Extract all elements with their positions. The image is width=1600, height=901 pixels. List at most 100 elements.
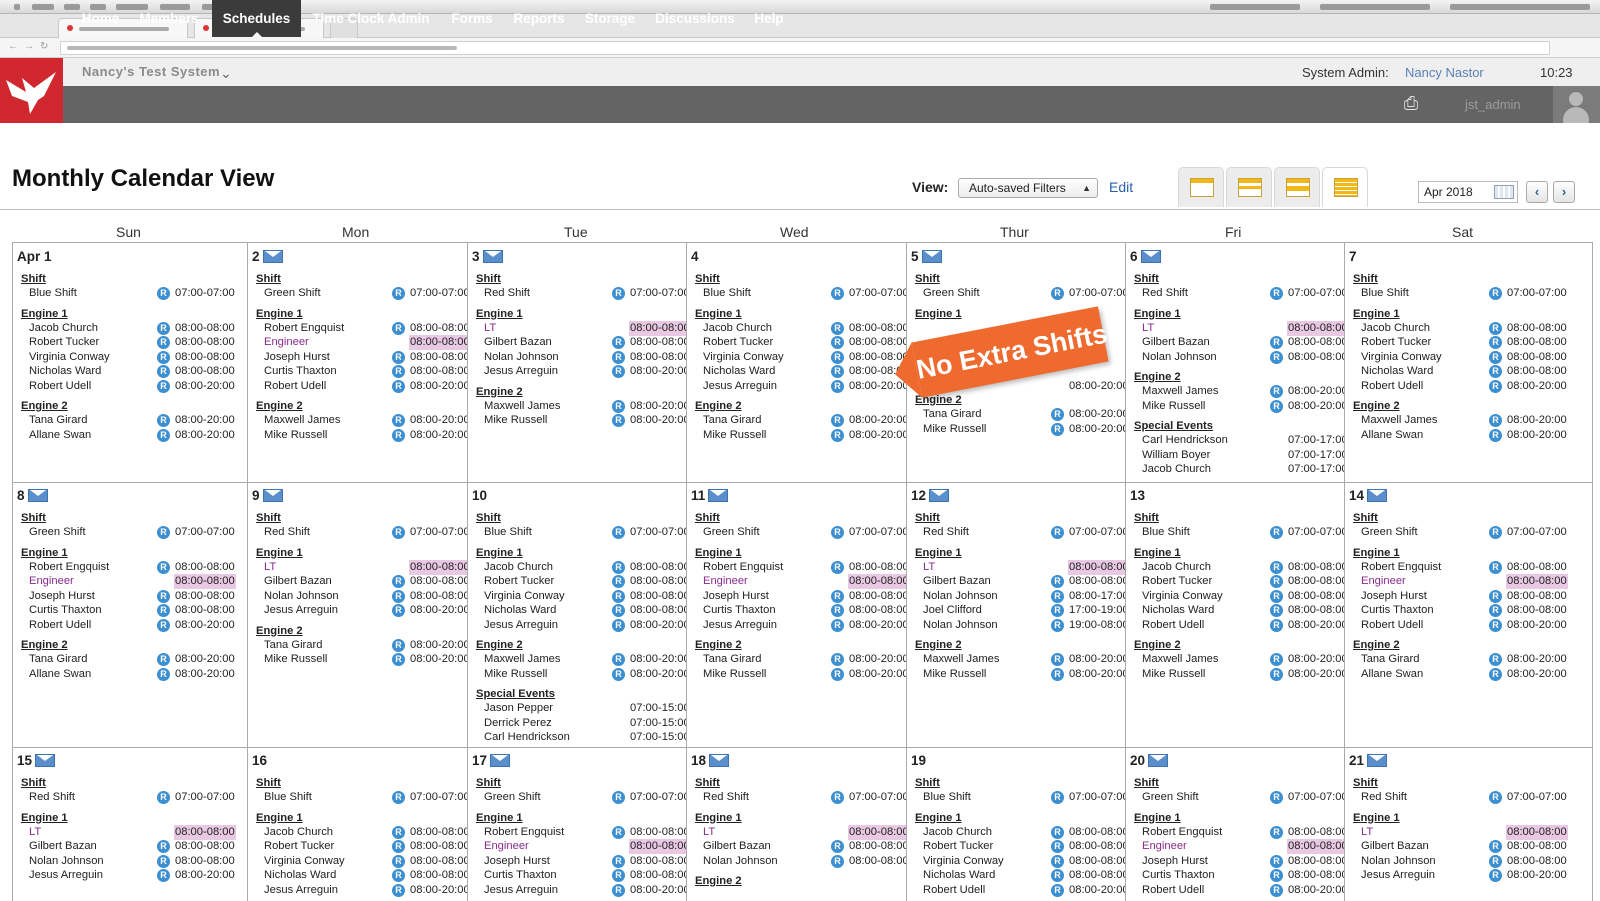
- schedule-entry[interactable]: Carl Hendrickson 07:00-17:00: [1126, 433, 1344, 448]
- schedule-entry[interactable]: Nolan Johnson R 19:00-08:00: [907, 618, 1125, 633]
- schedule-entry[interactable]: Robert Udell R 08:00-20:00: [1126, 883, 1344, 898]
- calendar-day-cell[interactable]: 7 Shift Blue Shift R 07:00-07:00 Engine 1 Jaco…: [1345, 244, 1593, 482]
- schedule-entry[interactable]: Gilbert Bazan R 08:00-08:00: [1345, 839, 1570, 854]
- section-label[interactable]: Engine 1: [1353, 307, 1400, 322]
- member-name[interactable]: Robert Tucker: [1361, 335, 1431, 350]
- member-name[interactable]: Allane Swan: [1361, 667, 1423, 682]
- member-name[interactable]: Joseph Hurst: [1361, 589, 1427, 604]
- member-name[interactable]: Maxwell James: [923, 652, 999, 667]
- schedule-entry[interactable]: Carl Hendrickson 07:00-15:00: [468, 730, 686, 745]
- member-name[interactable]: Maxwell James: [484, 399, 560, 414]
- schedule-entry[interactable]: Robert Engquist R 08:00-08:00: [1126, 825, 1344, 840]
- member-name[interactable]: Robert Engquist: [264, 321, 344, 336]
- member-name[interactable]: Nicholas Ward: [1142, 603, 1214, 618]
- member-name[interactable]: Gilbert Bazan: [29, 839, 97, 854]
- schedule-entry[interactable]: Jacob Church R 08:00-08:00: [248, 825, 467, 840]
- system-admin-name[interactable]: Nancy Nastor: [1405, 65, 1484, 80]
- schedule-entry[interactable]: Nolan Johnson R 08:00-17:00: [907, 589, 1125, 604]
- member-name[interactable]: Tana Girard: [703, 413, 761, 428]
- member-name[interactable]: Robert Tucker: [923, 839, 993, 854]
- schedule-entry[interactable]: Nicholas Ward R 08:00-08:00: [687, 364, 906, 379]
- schedule-entry[interactable]: Virginia Conway R 08:00-08:00: [13, 350, 238, 365]
- day-number[interactable]: 16: [252, 753, 267, 768]
- calendar-day-cell[interactable]: 2 Shift Green Shift R 07:00-07:00 Engine 1 Rob…: [248, 244, 467, 482]
- nav-item-help[interactable]: Help: [747, 0, 791, 37]
- member-name[interactable]: Nicholas Ward: [923, 868, 995, 883]
- calendar-day-cell[interactable]: 4 Shift Blue Shift R 07:00-07:00 Engine 1 Jaco…: [687, 244, 906, 482]
- member-name[interactable]: Curtis Thaxton: [1142, 868, 1215, 883]
- member-name[interactable]: Mike Russell: [703, 428, 766, 443]
- member-name[interactable]: Virginia Conway: [923, 854, 1004, 869]
- schedule-entry[interactable]: Derrick Perez 07:00-15:00: [468, 716, 686, 731]
- calendar-day-cell[interactable]: 6 Shift Red Shift R 07:00-07:00 Engine 1 LT 08:…: [1126, 244, 1344, 482]
- member-name[interactable]: Robert Udell: [923, 883, 985, 898]
- day-number[interactable]: 10: [472, 488, 487, 503]
- member-name[interactable]: Nicholas Ward: [1361, 364, 1433, 379]
- section-label[interactable]: Engine 1: [21, 307, 68, 322]
- member-name[interactable]: Gilbert Bazan: [923, 574, 991, 589]
- schedule-entry[interactable]: Tana Girard R 08:00-20:00: [907, 407, 1125, 422]
- schedule-entry[interactable]: Red Shift R 07:00-07:00: [13, 790, 238, 805]
- schedule-entry[interactable]: Mike Russell R 08:00-20:00: [248, 652, 467, 667]
- member-name[interactable]: Red Shift: [29, 790, 75, 805]
- section-label[interactable]: Shift: [915, 776, 940, 791]
- schedule-entry[interactable]: Robert Udell R 08:00-20:00: [1126, 618, 1344, 633]
- day-number[interactable]: 13: [1130, 488, 1145, 503]
- schedule-entry[interactable]: Robert Engquist R 08:00-08:00: [248, 321, 467, 336]
- schedule-entry[interactable]: Maxwell James R 08:00-20:00: [468, 652, 686, 667]
- member-name[interactable]: Curtis Thaxton: [1361, 603, 1434, 618]
- member-name[interactable]: Nicholas Ward: [703, 364, 775, 379]
- section-label[interactable]: Engine 2: [1353, 399, 1400, 414]
- member-name[interactable]: Red Shift: [703, 790, 749, 805]
- nav-item-home[interactable]: Home: [72, 0, 129, 37]
- nav-item-schedules[interactable]: Schedules: [212, 0, 301, 37]
- schedule-entry[interactable]: Blue Shift R 07:00-07:00: [687, 286, 906, 301]
- schedule-entry[interactable]: Curtis Thaxton R 08:00-08:00: [13, 603, 238, 618]
- schedule-entry[interactable]: Jacob Church R 08:00-08:00: [687, 321, 906, 336]
- schedule-entry[interactable]: Nicholas Ward R 08:00-08:00: [907, 868, 1125, 883]
- schedule-entry[interactable]: Robert Udell R 08:00-20:00: [1345, 618, 1570, 633]
- member-name[interactable]: Virginia Conway: [703, 350, 784, 365]
- section-label[interactable]: Shift: [915, 272, 940, 287]
- section-label[interactable]: Shift: [21, 511, 46, 526]
- member-name[interactable]: Tana Girard: [923, 407, 981, 422]
- calendar-day-cell[interactable]: 12 Shift Red Shift R 07:00-07:00 Engine 1 LT 08…: [907, 483, 1125, 747]
- member-name[interactable]: Joseph Hurst: [703, 589, 769, 604]
- schedule-entry[interactable]: Engineer 08:00-08:00: [13, 574, 238, 589]
- calendar-day-cell[interactable]: 18 Shift Red Shift R 07:00-07:00 Engine 1 LT 08…: [687, 748, 906, 901]
- member-name[interactable]: Maxwell James: [264, 413, 340, 428]
- schedule-entry[interactable]: Blue Shift R 07:00-07:00: [13, 286, 238, 301]
- member-name[interactable]: Jesus Arreguin: [703, 618, 777, 633]
- day-number[interactable]: 6: [1130, 249, 1161, 264]
- member-name[interactable]: Jesus Arreguin: [1361, 868, 1435, 883]
- schedule-entry[interactable]: Maxwell James R 08:00-20:00: [1126, 652, 1344, 667]
- member-name[interactable]: Nicholas Ward: [264, 868, 336, 883]
- member-name[interactable]: Joseph Hurst: [1142, 854, 1208, 869]
- day-number[interactable]: 21: [1349, 753, 1388, 768]
- member-name[interactable]: Gilbert Bazan: [1142, 335, 1210, 350]
- member-name[interactable]: Mike Russell: [1142, 667, 1205, 682]
- schedule-entry[interactable]: Virginia Conway R 08:00-08:00: [468, 589, 686, 604]
- schedule-entry[interactable]: Red Shift R 07:00-07:00: [248, 525, 467, 540]
- back-icon[interactable]: ←: [8, 42, 18, 52]
- schedule-entry[interactable]: Maxwell James R 08:00-20:00: [1126, 384, 1344, 399]
- member-name[interactable]: Blue Shift: [703, 286, 751, 301]
- member-name[interactable]: Virginia Conway: [29, 350, 110, 365]
- schedule-entry[interactable]: Blue Shift R 07:00-07:00: [248, 790, 467, 805]
- schedule-entry[interactable]: Joseph Hurst R 08:00-08:00: [1126, 854, 1344, 869]
- schedule-entry[interactable]: Gilbert Bazan R 08:00-08:00: [1126, 335, 1344, 350]
- user-name[interactable]: jst_admin: [1465, 97, 1521, 112]
- schedule-entry[interactable]: Robert Tucker R 08:00-08:00: [907, 839, 1125, 854]
- section-label[interactable]: Engine 2: [476, 638, 523, 653]
- chevron-down-icon[interactable]: ⌄: [220, 65, 232, 82]
- section-label[interactable]: Engine 1: [915, 811, 962, 826]
- schedule-entry[interactable]: Virginia Conway R 08:00-08:00: [1126, 589, 1344, 604]
- section-label[interactable]: Engine 1: [21, 811, 68, 826]
- section-label[interactable]: Shift: [1134, 511, 1159, 526]
- avatar[interactable]: [1553, 86, 1600, 123]
- schedule-entry[interactable]: Green Shift R 07:00-07:00: [1345, 525, 1570, 540]
- schedule-entry[interactable]: Maxwell James R 08:00-20:00: [907, 652, 1125, 667]
- section-label[interactable]: Engine 1: [1134, 811, 1181, 826]
- member-name[interactable]: Virginia Conway: [1361, 350, 1442, 365]
- day-number[interactable]: 12: [911, 488, 950, 503]
